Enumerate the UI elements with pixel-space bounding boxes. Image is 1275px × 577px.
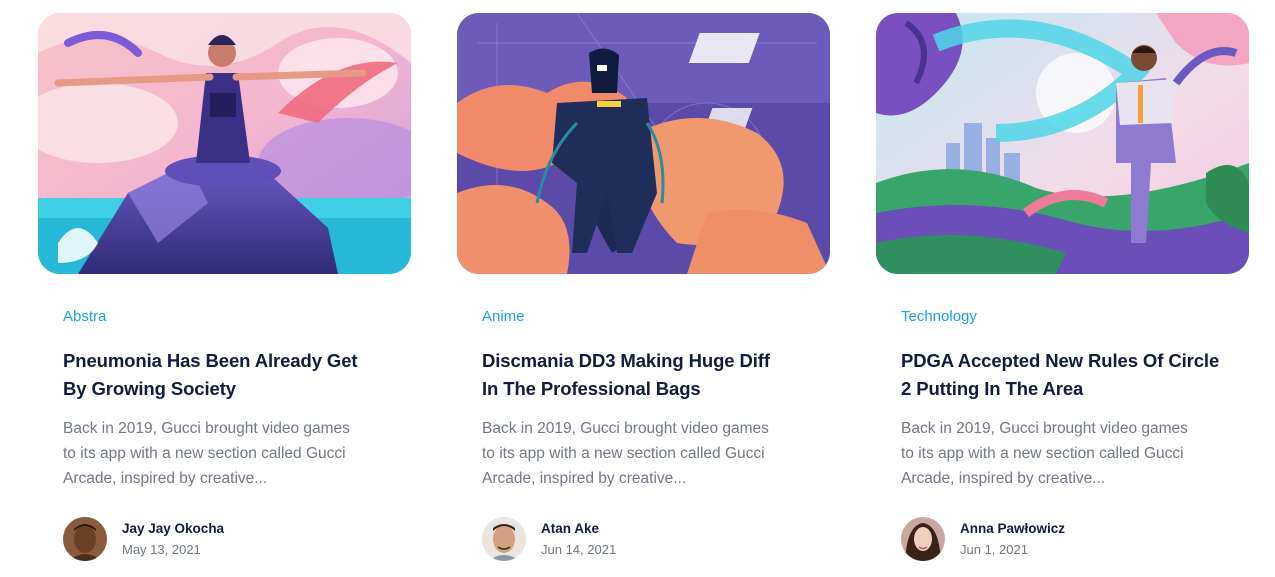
- post-title-line: Discmania DD3 Making Huge Diff: [482, 350, 770, 371]
- author-photo: [901, 517, 945, 561]
- post-excerpt-line: Arcade, inspired by creative...: [63, 470, 268, 487]
- post-excerpt-line: Back in 2019, Gucci brought video games: [901, 420, 1188, 437]
- post-title-line: 2 Putting In The Area: [901, 378, 1084, 399]
- post-date: Jun 1, 2021: [960, 541, 1028, 557]
- author-name[interactable]: Jay Jay Okocha: [122, 520, 224, 538]
- blog-card: Anime Discmania DD3 Making Huge Diff In …: [457, 13, 830, 573]
- post-excerpt-line: Arcade, inspired by creative...: [901, 470, 1106, 487]
- post-title[interactable]: Discmania DD3 Making Huge Diff In The Pr…: [482, 347, 812, 403]
- post-title-line: By Growing Society: [63, 378, 236, 399]
- post-excerpt: Back in 2019, Gucci brought video games …: [901, 416, 1231, 491]
- post-excerpt-line: to its app with a new section called Guc…: [901, 445, 1184, 462]
- post-excerpt: Back in 2019, Gucci brought video games …: [63, 416, 393, 491]
- blog-card: Abstra Pneumonia Has Been Already Get By…: [38, 13, 411, 573]
- post-excerpt: Back in 2019, Gucci brought video games …: [482, 416, 812, 491]
- author-photo: [63, 517, 107, 561]
- post-title-line: Pneumonia Has Been Already Get: [63, 350, 358, 371]
- post-author: Anna Pawłowicz Jun 1, 2021: [901, 517, 1231, 561]
- post-thumbnail-floating-figure[interactable]: [457, 13, 830, 274]
- post-excerpt-line: to its app with a new section called Guc…: [482, 445, 765, 462]
- post-date: Jun 14, 2021: [541, 541, 617, 557]
- post-excerpt-line: to its app with a new section called Guc…: [63, 445, 346, 462]
- post-title[interactable]: PDGA Accepted New Rules Of Circle 2 Putt…: [901, 347, 1231, 403]
- avatar[interactable]: [901, 517, 945, 561]
- author-photo: [482, 517, 526, 561]
- post-title-line: PDGA Accepted New Rules Of Circle: [901, 350, 1220, 371]
- post-thumbnail-running-man[interactable]: [876, 13, 1249, 274]
- meditation-illustration: [38, 13, 411, 274]
- post-thumbnail-meditating-woman[interactable]: [38, 13, 411, 274]
- avatar[interactable]: [63, 517, 107, 561]
- post-title-line: In The Professional Bags: [482, 378, 701, 399]
- anime-figure-illustration: [457, 13, 830, 274]
- post-title[interactable]: Pneumonia Has Been Already Get By Growin…: [63, 347, 393, 403]
- post-category[interactable]: Anime: [482, 307, 525, 327]
- post-author: Jay Jay Okocha May 13, 2021: [63, 517, 393, 561]
- running-man-illustration: [876, 13, 1249, 274]
- blog-card: Technology PDGA Accepted New Rules Of Ci…: [876, 13, 1249, 573]
- author-name[interactable]: Anna Pawłowicz: [960, 520, 1065, 538]
- avatar[interactable]: [482, 517, 526, 561]
- post-date: May 13, 2021: [122, 541, 201, 557]
- post-excerpt-line: Arcade, inspired by creative...: [482, 470, 687, 487]
- post-excerpt-line: Back in 2019, Gucci brought video games: [63, 420, 350, 437]
- post-author: Atan Ake Jun 14, 2021: [482, 517, 812, 561]
- post-category[interactable]: Technology: [901, 307, 977, 327]
- post-category[interactable]: Abstra: [63, 307, 106, 327]
- author-name[interactable]: Atan Ake: [541, 520, 616, 538]
- post-excerpt-line: Back in 2019, Gucci brought video games: [482, 420, 769, 437]
